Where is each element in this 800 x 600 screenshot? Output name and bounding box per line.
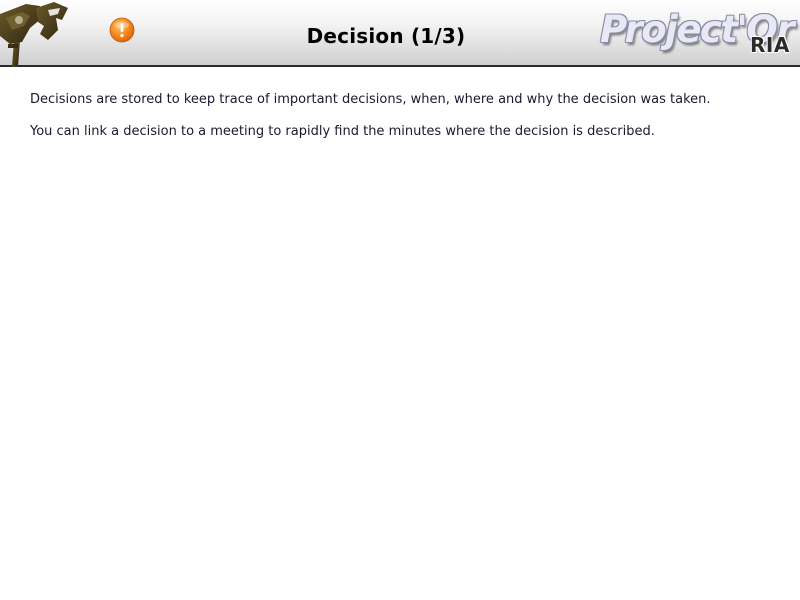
brand-suffix: RIA (750, 33, 790, 57)
brand-logo: Project'Or RIA (600, 6, 800, 62)
page-title: Decision (1/3) (306, 24, 466, 48)
projector-logo-icon (0, 0, 72, 67)
help-paragraph: You can link a decision to a meeting to … (30, 124, 655, 139)
warning-icon[interactable] (109, 17, 135, 43)
header-bar: Decision (1/3) Project'Or RIA (0, 0, 800, 67)
page: Decision (1/3) Project'Or RIA Decisions … (0, 0, 800, 600)
help-content: Decisions are stored to keep trace of im… (30, 90, 780, 142)
help-paragraph: Decisions are stored to keep trace of im… (30, 92, 711, 107)
